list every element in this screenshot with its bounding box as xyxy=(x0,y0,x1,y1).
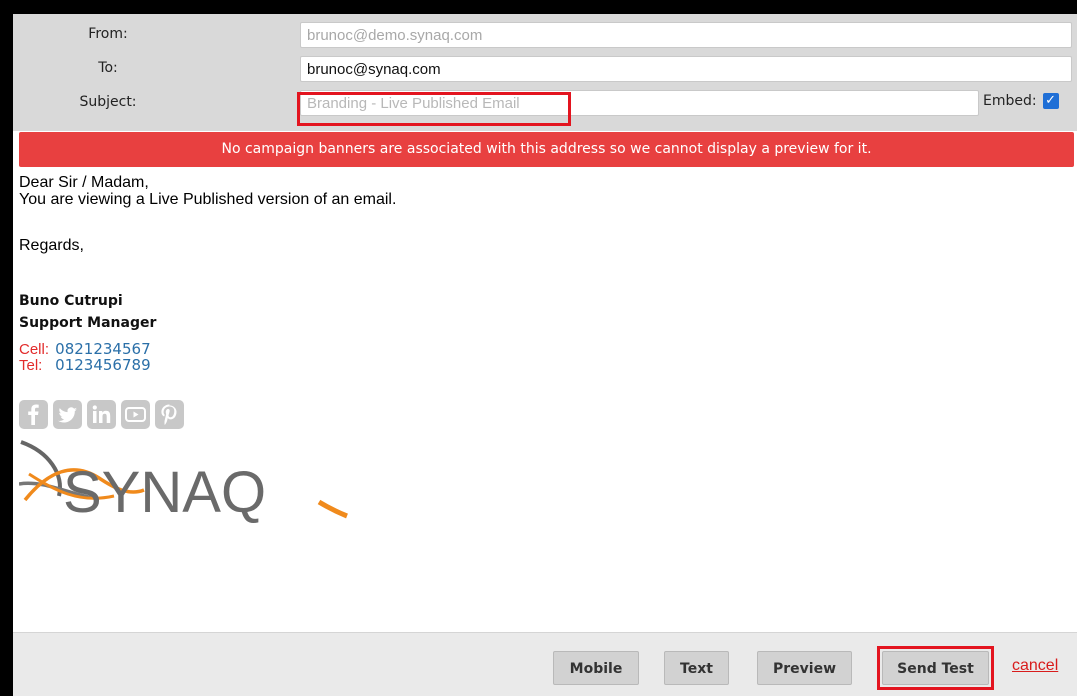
facebook-icon[interactable] xyxy=(19,400,48,429)
signature-tel: Tel: 0123456789 xyxy=(19,356,151,374)
from-row: From: brunoc@demo.synaq.com xyxy=(13,22,1077,52)
subject-label: Subject: xyxy=(79,94,137,110)
embed-checkbox[interactable]: ✓ xyxy=(1042,93,1059,109)
to-label: To: xyxy=(98,60,118,76)
synaq-logo: SYNAQ xyxy=(18,434,349,525)
email-preview-dialog: From: brunoc@demo.synaq.com To: brunoc@s… xyxy=(13,14,1077,696)
youtube-icon[interactable] xyxy=(121,400,150,429)
footer-toolbar: Mobile Text Preview Send Test cancel xyxy=(13,632,1077,696)
pinterest-icon[interactable] xyxy=(155,400,184,429)
signature-name: Buno Cutrupi xyxy=(19,293,123,309)
from-field[interactable]: brunoc@demo.synaq.com xyxy=(300,22,1072,48)
warning-banner: No campaign banners are associated with … xyxy=(19,132,1074,167)
cancel-link[interactable]: cancel xyxy=(1012,657,1058,675)
signature-cell: Cell: 0821234567 xyxy=(19,341,151,358)
social-icons xyxy=(19,400,184,429)
subject-highlight-box xyxy=(297,92,571,126)
greeting-text: Dear Sir / Madam, xyxy=(19,174,149,191)
tel-number: 0123456789 xyxy=(55,356,151,374)
to-field[interactable]: brunoc@synaq.com xyxy=(300,56,1072,82)
to-row: To: brunoc@synaq.com xyxy=(13,56,1077,86)
text-button[interactable]: Text xyxy=(664,651,729,685)
mobile-button[interactable]: Mobile xyxy=(553,651,639,685)
email-header: From: brunoc@demo.synaq.com To: brunoc@s… xyxy=(13,14,1077,131)
tel-label: Tel: xyxy=(19,357,43,374)
email-body: Dear Sir / Madam, You are viewing a Live… xyxy=(19,174,1069,373)
regards-text: Regards, xyxy=(19,237,84,254)
cell-label: Cell: xyxy=(19,341,50,358)
send-test-highlight-box xyxy=(877,646,994,690)
embed-toggle: Embed: ✓ xyxy=(983,93,1059,109)
logo-text: SYNAQ xyxy=(63,460,266,524)
body-line: You are viewing a Live Published version… xyxy=(19,191,397,208)
embed-label: Embed: xyxy=(983,93,1037,109)
twitter-icon[interactable] xyxy=(53,400,82,429)
signature-title: Support Manager xyxy=(19,315,157,331)
from-label: From: xyxy=(88,26,128,42)
preview-button[interactable]: Preview xyxy=(757,651,852,685)
linkedin-icon[interactable] xyxy=(87,400,116,429)
